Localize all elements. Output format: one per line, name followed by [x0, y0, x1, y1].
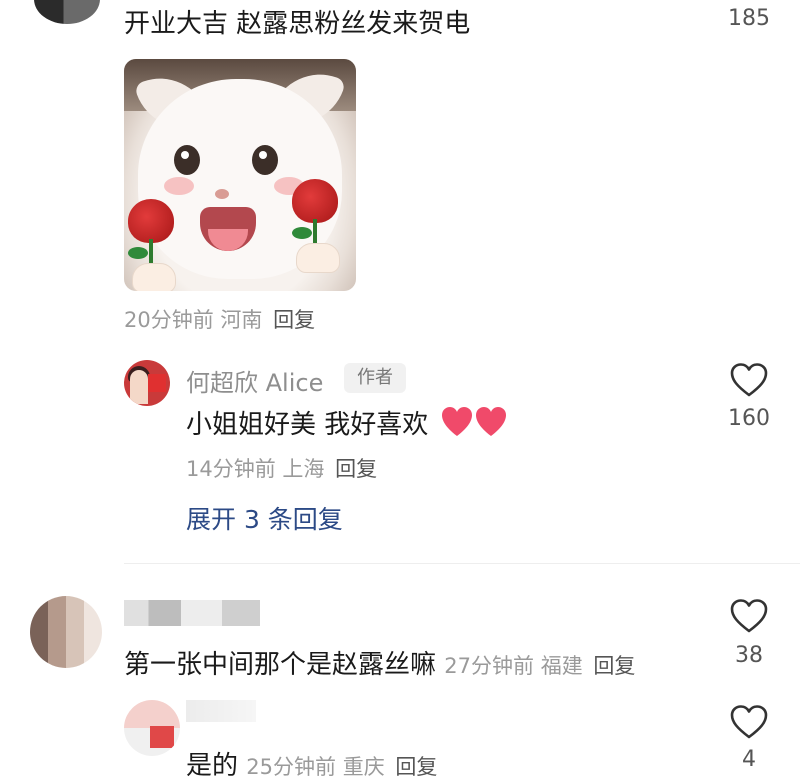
like-count: 160 [728, 406, 770, 431]
like-count: 4 [742, 747, 756, 772]
comment-text: 是的 [186, 751, 239, 777]
comment-text: 第一张中间那个是赵露丝嘛 [124, 650, 437, 680]
comment-location: 河南 [220, 308, 263, 332]
comment-time: 25分钟前 [246, 755, 337, 777]
reply-text: 小姐姐好美 我好喜欢 [186, 404, 507, 445]
like-count: 185 [728, 6, 770, 31]
avatar[interactable] [124, 700, 180, 756]
reply-button[interactable]: 回复 [273, 308, 315, 332]
reply-location: 上海 [282, 457, 325, 481]
reply-button[interactable]: 回复 [395, 755, 437, 777]
author-badge: 作者 [344, 363, 406, 393]
avatar-alice[interactable] [124, 360, 170, 406]
avatar[interactable] [34, 0, 100, 24]
comment-meta: 20分钟前 河南 回复 [124, 304, 315, 334]
comment-line: 是的 25分钟前 重庆 回复 [186, 745, 437, 777]
like-count: 38 [735, 643, 763, 668]
comment-text: 开业大吉 赵露思粉丝发来贺电 [124, 9, 471, 39]
reply-button[interactable]: 回复 [593, 654, 635, 678]
username[interactable]: 何超欣 Alice [186, 363, 323, 398]
comment-location: 重庆 [342, 755, 385, 777]
comment-location: 福建 [540, 654, 583, 678]
username-blurred[interactable] [186, 700, 256, 722]
heart-outline-icon[interactable] [729, 598, 769, 634]
expand-replies-link[interactable]: 展开 3 条回复 [186, 500, 343, 536]
divider [124, 563, 800, 564]
heart-emoji-icon [441, 406, 507, 445]
avatar[interactable] [30, 596, 102, 668]
comment-time: 27分钟前 [444, 654, 535, 678]
username-blurred[interactable] [124, 600, 260, 626]
comment-line: 第一张中间那个是赵露丝嘛 27分钟前 福建 回复 [124, 644, 635, 681]
reply-time: 14分钟前 [186, 457, 276, 481]
heart-outline-icon[interactable] [729, 362, 769, 398]
cat-sticker-image[interactable] [124, 59, 356, 291]
reply-meta: 14分钟前 上海 回复 [186, 453, 377, 483]
comment-time: 20分钟前 [124, 308, 214, 332]
heart-outline-icon[interactable] [729, 704, 769, 740]
comment-meta: 25分钟前 重庆 回复 [246, 755, 437, 777]
reply-text-content: 小姐姐好美 我好喜欢 [186, 410, 429, 440]
reply-button[interactable]: 回复 [335, 457, 377, 481]
comment-meta: 27分钟前 福建 回复 [444, 654, 635, 678]
